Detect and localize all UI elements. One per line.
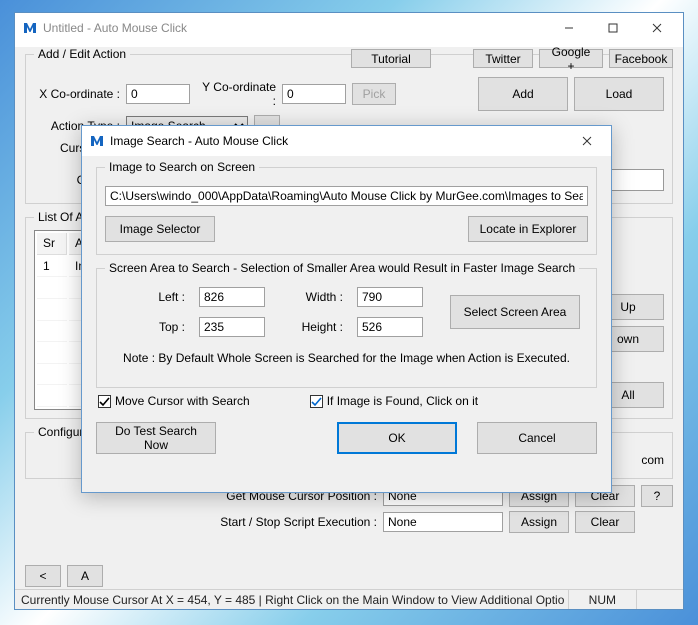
click-if-found-checkbox[interactable]: If Image is Found, Click on it [310,394,478,408]
status-num: NUM [568,590,636,609]
cancel-button[interactable]: Cancel [477,422,597,454]
status-bar: Currently Mouse Cursor At X = 454, Y = 4… [15,589,683,609]
width-label: Width : [283,290,343,304]
y-coord-label: Y Co-ordinate : [196,80,276,108]
dialog-title: Image Search - Auto Mouse Click [110,134,567,148]
tutorial-button[interactable]: Tutorial [351,49,431,68]
minimize-button[interactable] [547,14,591,42]
screen-area-legend: Screen Area to Search - Selection of Sma… [105,261,579,275]
y-coord-input[interactable] [282,84,346,104]
width-input[interactable] [357,287,423,307]
left-input[interactable] [199,287,265,307]
x-coord-label: X Co-ordinate : [34,87,120,101]
dialog-titlebar[interactable]: Image Search - Auto Mouse Click [82,126,611,156]
screen-area-fieldset: Screen Area to Search - Selection of Sma… [96,261,597,388]
dialog-close-button[interactable] [567,128,607,154]
checkbox-checked-icon [98,395,111,408]
status-text: Currently Mouse Cursor At X = 454, Y = 4… [21,593,564,607]
col-sr[interactable]: Sr [37,233,67,255]
load-button[interactable]: Load [574,77,664,111]
top-label: Top : [125,320,185,334]
image-selector-button[interactable]: Image Selector [105,216,215,242]
locate-explorer-button[interactable]: Locate in Explorer [468,216,588,242]
pick-button[interactable]: Pick [352,83,396,105]
main-title: Untitled - Auto Mouse Click [43,21,547,35]
x-coord-input[interactable] [126,84,190,104]
help-button[interactable]: ? [641,485,673,507]
a-button[interactable]: A [67,565,103,587]
maximize-button[interactable] [591,14,635,42]
twitter-button[interactable]: Twitter [473,49,533,68]
google-button[interactable]: Google + [539,49,603,68]
image-to-search-fieldset: Image to Search on Screen Image Selector… [96,160,597,255]
add-edit-legend: Add / Edit Action [34,47,130,61]
ok-button[interactable]: OK [337,422,457,454]
main-titlebar[interactable]: Untitled - Auto Mouse Click [15,13,683,43]
top-input[interactable] [199,317,265,337]
app-logo-icon [23,21,37,35]
image-to-search-legend: Image to Search on Screen [105,160,259,174]
assign-startstop-button[interactable]: Assign [509,511,569,533]
height-input[interactable] [357,317,423,337]
checkbox-checked-icon [310,395,323,408]
startstop-input[interactable] [383,512,503,532]
add-button[interactable]: Add [478,77,568,111]
screen-area-note: Note : By Default Whole Screen is Search… [105,351,588,365]
dialog-logo-icon [90,134,104,148]
clear-startstop-button[interactable]: Clear [575,511,635,533]
test-search-button[interactable]: Do Test Search Now [96,422,216,454]
facebook-button[interactable]: Facebook [609,49,673,68]
startstop-label: Start / Stop Script Execution : [207,515,377,529]
config-com: com [641,453,664,467]
image-search-dialog: Image Search - Auto Mouse Click Image to… [81,125,612,493]
left-label: Left : [125,290,185,304]
move-cursor-checkbox[interactable]: Move Cursor with Search [98,394,250,408]
close-button[interactable] [635,14,679,42]
height-label: Height : [283,320,343,334]
select-screen-area-button[interactable]: Select Screen Area [450,295,580,329]
image-path-input[interactable] [105,186,588,206]
left-arrow-button[interactable]: < [25,565,61,587]
